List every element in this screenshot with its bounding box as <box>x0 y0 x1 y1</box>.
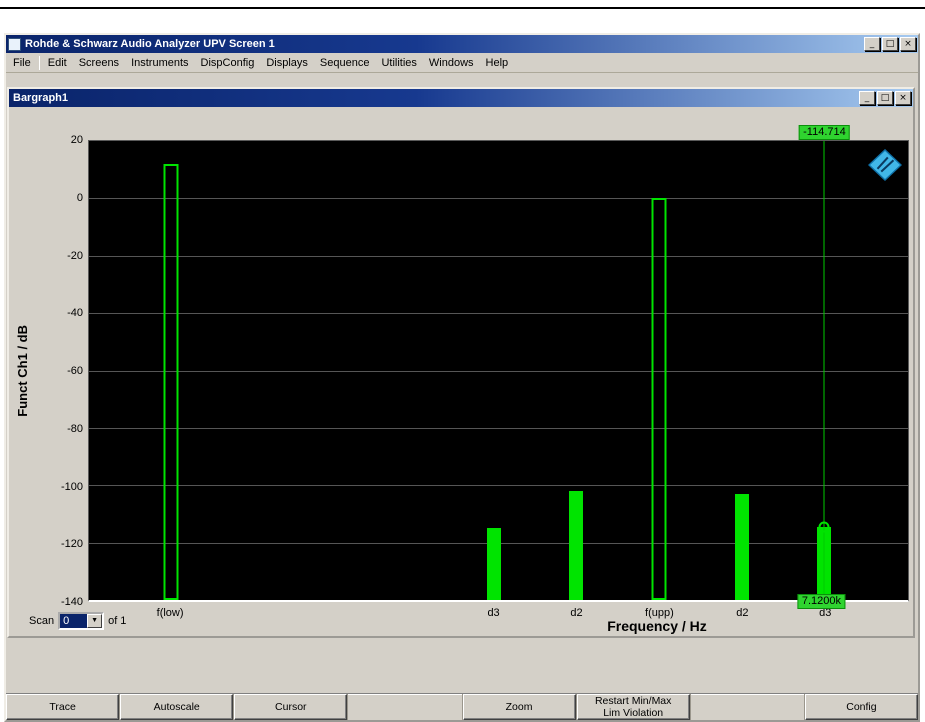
y-tick-label: -140 <box>60 596 83 608</box>
cursor-marker-icon <box>818 521 830 533</box>
page-top-rule <box>0 7 925 9</box>
rs-logo <box>868 149 902 181</box>
bar-d2-2 <box>569 491 584 600</box>
x-tick-label: d2 <box>570 607 583 619</box>
gridline <box>89 370 908 372</box>
softkey-config[interactable]: Config <box>804 694 918 720</box>
y-tick-label: -120 <box>60 538 83 551</box>
softkey-cell-zoom: Zoom <box>461 694 576 720</box>
app-icon <box>8 37 21 51</box>
scan-dropdown[interactable]: 0 ▼ <box>58 612 105 630</box>
softkey-zoom[interactable]: Zoom <box>462 694 576 720</box>
bar-f-low-0 <box>163 163 179 600</box>
softkey-trace[interactable]: Trace <box>6 694 120 720</box>
bargraph-minimize-icon[interactable]: _ <box>859 91 875 105</box>
softkey-cell-trace: Trace <box>6 694 120 720</box>
gridline <box>89 485 908 487</box>
menu-item-sequence[interactable]: Sequence <box>314 54 376 72</box>
bar-d3-1 <box>486 528 501 600</box>
plot-area[interactable] <box>88 140 909 602</box>
bargraph-close-icon[interactable]: × <box>895 91 911 105</box>
y-tick-label: 20 <box>70 134 83 146</box>
menu-item-utilities[interactable]: Utilities <box>375 54 422 72</box>
y-tick-label: -40 <box>67 307 83 320</box>
y-tick-label: -20 <box>67 249 83 262</box>
restore-icon[interactable]: □ <box>882 37 898 51</box>
softkey-cursor[interactable]: Cursor <box>234 694 348 720</box>
bargraph-window: Bargraph1 _ □ × Funct Ch1 / dB 20 0 -20 -40… <box>7 87 915 638</box>
x-tick-label: d3 <box>487 607 500 619</box>
softkey-restart-min-max-lim-violation[interactable]: Restart Min/Max Lim Violation <box>576 694 690 720</box>
scan-value: 0 <box>60 614 88 628</box>
menu-item-edit[interactable]: Edit <box>42 54 73 72</box>
menu-item-file[interactable]: File <box>7 54 37 72</box>
menu-item-instruments[interactable]: Instruments <box>125 54 194 72</box>
menu-item-dispconfig[interactable]: DispConfig <box>195 54 261 72</box>
softkey-cell-cursor: Cursor <box>233 694 348 720</box>
softkey-bar: Trace Autoscale Cursor Zoom Restart Min/Max … <box>6 693 918 720</box>
y-axis-ticks: 20 0 -20 -40 -60 -80 -100 -120 -140 <box>39 134 83 608</box>
menu-separator <box>38 55 40 70</box>
x-tick-label: f(low) <box>156 607 184 619</box>
bar-d2-4 <box>734 493 749 600</box>
gridline <box>89 313 908 315</box>
gridline <box>89 198 908 200</box>
chart-region: Funct Ch1 / dB 20 0 -20 -40 -60 -80 -100 -120 -1… <box>9 107 913 636</box>
close-icon[interactable]: × <box>900 37 916 51</box>
bar-f-upp-3 <box>651 198 667 600</box>
chevron-down-icon[interactable]: ▼ <box>87 614 103 628</box>
softkey-empty-3 <box>347 694 461 720</box>
gridline <box>89 255 908 257</box>
y-tick-label: 0 <box>76 191 83 204</box>
cursor-value-label: -114.714 <box>799 125 850 140</box>
app-titlebar[interactable]: Rohde & Schwarz Audio Analyzer UPV Scree… <box>6 35 918 53</box>
bargraph-maximize-icon[interactable]: □ <box>877 91 893 105</box>
menu-item-displays[interactable]: Displays <box>260 54 314 72</box>
menu-item-screens[interactable]: Screens <box>73 54 125 72</box>
minimize-icon[interactable]: _ <box>864 37 880 51</box>
menu-item-windows[interactable]: Windows <box>423 54 480 72</box>
scan-control: Scan 0 ▼ of 1 <box>29 612 126 630</box>
y-axis-title: Funct Ch1 / dB <box>15 325 30 417</box>
softkey-cell-restart-min-max-lim-violation: Restart Min/Max Lim Violation <box>575 694 690 720</box>
menubar: File Edit Screens Instruments DispConfig Disp… <box>6 53 918 73</box>
softkey-empty-6 <box>689 694 804 720</box>
app-client: Bargraph1 _ □ × Funct Ch1 / dB 20 0 -20 -40… <box>6 73 918 720</box>
y-tick-label: -100 <box>60 480 83 493</box>
x-axis-labels: f(low) d3 d2 f(upp) d2 d3 <box>88 607 909 621</box>
bargraph-titlebar[interactable]: Bargraph1 _ □ × <box>9 89 913 107</box>
app-window: Rohde & Schwarz Audio Analyzer UPV Scree… <box>4 33 920 722</box>
x-axis-title: Frequency / Hz <box>607 618 707 634</box>
y-tick-label: -80 <box>67 422 83 435</box>
softkey-cell-config: Config <box>803 694 918 720</box>
x-tick-label: d2 <box>736 607 749 619</box>
softkey-cell-autoscale: Autoscale <box>119 694 234 720</box>
cursor-x-label: 7.1200k <box>797 594 846 609</box>
bargraph-title: Bargraph1 <box>13 92 69 104</box>
gridline <box>89 427 908 429</box>
scan-of-label: of 1 <box>108 615 127 627</box>
scan-label: Scan <box>29 615 55 627</box>
menu-item-help[interactable]: Help <box>480 54 515 72</box>
softkey-autoscale[interactable]: Autoscale <box>120 694 234 720</box>
y-tick-label: -60 <box>67 365 83 377</box>
app-title: Rohde & Schwarz Audio Analyzer UPV Scree… <box>25 38 275 50</box>
